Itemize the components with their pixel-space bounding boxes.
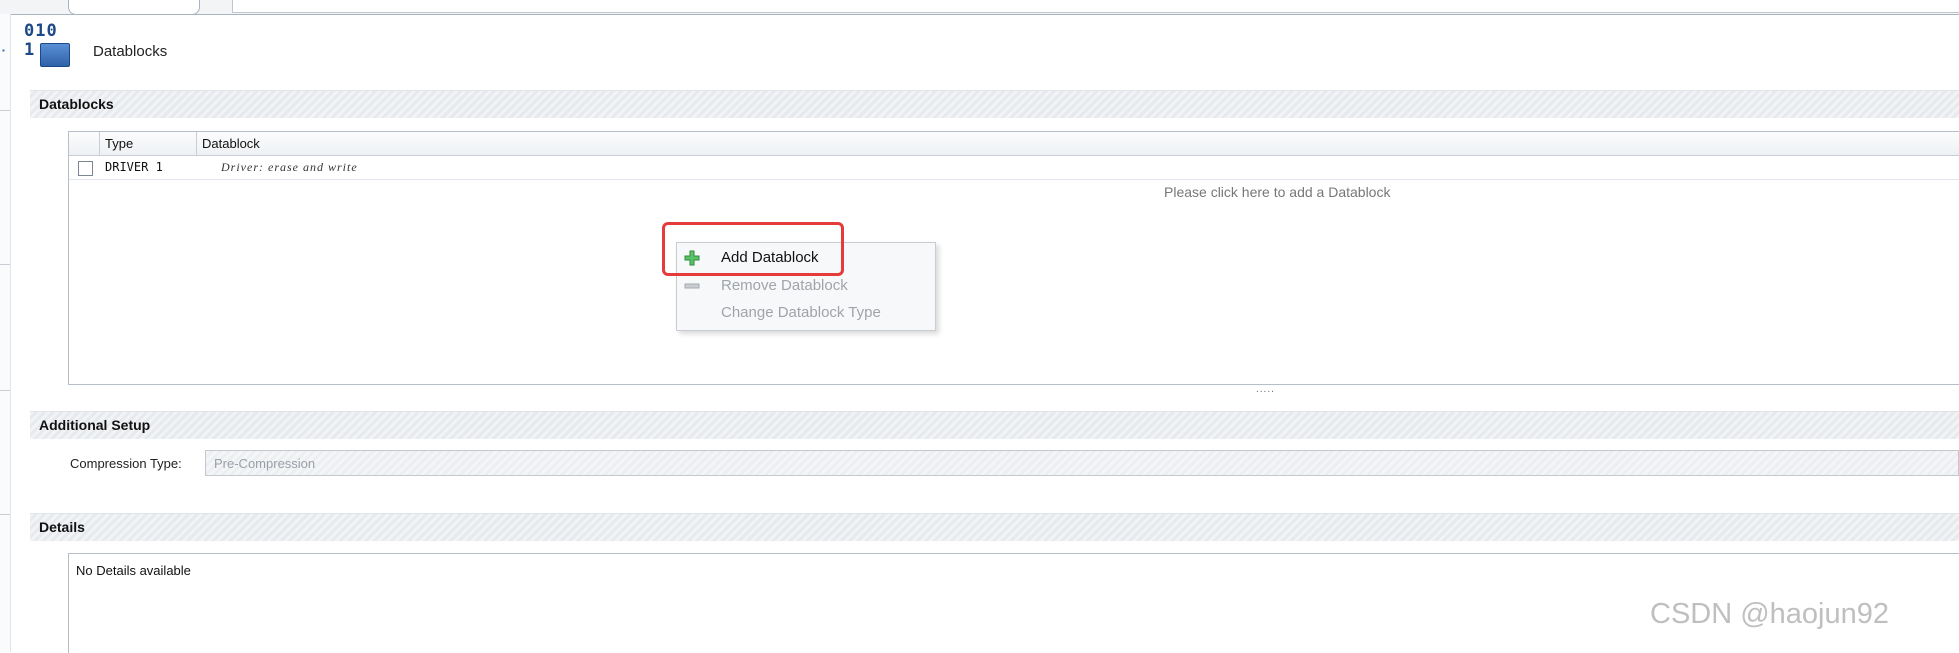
column-header-datablock[interactable]: Datablock (196, 132, 1952, 155)
details-text: No Details available (76, 563, 191, 578)
top-tab-strip (0, 0, 1959, 15)
section-header-datablocks: Datablocks (30, 90, 1959, 118)
compression-type-value: Pre-Compression (214, 456, 316, 471)
datablocks-app-icon: 010 1 (24, 22, 70, 67)
table-row[interactable]: DRIVER 1 Driver: erase and write (69, 156, 1959, 180)
left-divider (0, 390, 10, 391)
left-divider (0, 514, 10, 515)
table-header: Type Datablock (69, 132, 1959, 156)
section-title: Datablocks (39, 96, 114, 112)
top-path-field (232, 0, 1959, 13)
left-panel-edge: ▪ (0, 14, 11, 652)
page-title: Datablocks (93, 43, 168, 60)
menu-item-change-datablock-type[interactable]: Change Datablock Type (677, 300, 935, 326)
section-title: Additional Setup (39, 417, 151, 433)
compression-type-field[interactable]: Pre-Compression (205, 450, 1959, 476)
left-divider (0, 110, 10, 111)
annotation-highlight-box (662, 222, 844, 276)
row-checkbox[interactable] (78, 161, 93, 176)
menu-item-label: Remove Datablock (721, 277, 848, 294)
row-datablock: Driver: erase and write (221, 160, 358, 174)
menu-item-label: Change Datablock Type (721, 304, 881, 321)
minus-icon (684, 283, 700, 289)
book-icon (40, 43, 70, 67)
section-header-details: Details (30, 513, 1959, 541)
section-header-additional-setup: Additional Setup (30, 411, 1959, 439)
row-type: DRIVER 1 (105, 160, 163, 174)
datablock-table[interactable]: Type Datablock DRIVER 1 Driver: erase an… (68, 131, 1959, 385)
compression-type-label: Compression Type: (70, 456, 182, 471)
csdn-watermark: CSDN @haojun92 (1650, 598, 1890, 630)
left-divider (0, 264, 10, 265)
column-header-type[interactable]: Type (99, 132, 195, 155)
add-datablock-hint[interactable]: Please click here to add a Datablock (1164, 184, 1390, 200)
section-title: Details (39, 519, 85, 535)
left-marker: ▪ (2, 46, 5, 55)
splitter-grip[interactable]: ..... (1256, 384, 1275, 395)
menu-item-remove-datablock[interactable]: Remove Datablock (677, 273, 935, 299)
active-tab[interactable] (68, 0, 200, 15)
